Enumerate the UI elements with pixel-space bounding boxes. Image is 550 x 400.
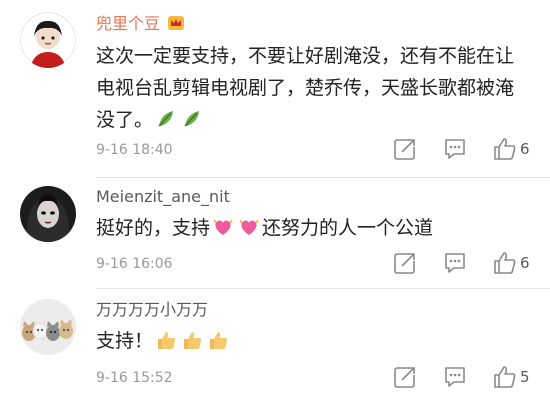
comment-feed: 兜里个豆 这次一定要支持，不要让好剧淹没，还有不能在让 电视台乱剪辑电视剧了，楚… — [0, 0, 550, 400]
comment-text: 挺好的，支持 还努力的人一个公道 — [96, 212, 536, 244]
comment-button[interactable] — [442, 250, 468, 276]
comment-text-line: 电视台乱剪辑电视剧了，楚乔传，天盛长歌都被淹 — [96, 77, 515, 99]
comment-text-line: 没了。 — [96, 104, 536, 136]
comment-icon — [445, 139, 465, 159]
like-icon — [494, 366, 516, 388]
author-name-text: Meienzit_ane_nit — [96, 187, 230, 206]
timestamp: 9-16 16:06 — [96, 256, 173, 272]
like-button[interactable]: 6 — [492, 250, 550, 276]
repost-icon — [394, 367, 415, 388]
repost-button[interactable] — [392, 364, 418, 390]
comment-text-fragment: 支持！ — [96, 330, 154, 352]
avatar[interactable] — [20, 12, 76, 68]
author-name-text: 万万万万小万万 — [96, 300, 209, 319]
repost-icon — [394, 253, 415, 274]
comment-button[interactable] — [442, 364, 468, 390]
thumbs-up-emoji — [181, 329, 203, 351]
leaf-emoji — [181, 108, 203, 130]
repost-icon — [394, 139, 415, 160]
thumbs-up-emoji — [155, 329, 177, 351]
avatar[interactable] — [20, 186, 76, 242]
comment-item: 万万万万小万万 支持！ 9-16 15:52 5 — [0, 289, 550, 400]
comment-button[interactable] — [442, 136, 468, 162]
comment-item: Meienzit_ane_nit 挺好的，支持 还努力的人一个公道 9-16 16… — [0, 178, 550, 289]
like-icon — [494, 138, 516, 160]
timestamp: 9-16 15:52 — [96, 370, 173, 386]
comment-icon — [445, 367, 465, 387]
like-count: 5 — [520, 368, 530, 386]
comment-footer: 9-16 15:52 5 — [96, 364, 550, 392]
crown-badge-icon — [167, 14, 185, 32]
comment-text-fragment: 挺好的，支持 — [96, 217, 211, 239]
like-button[interactable]: 5 — [492, 364, 550, 390]
leaf-emoji — [155, 108, 177, 130]
comment-footer: 9-16 18:40 6 — [96, 136, 550, 164]
comment-text: 这次一定要支持，不要让好剧淹没，还有不能在让 电视台乱剪辑电视剧了，楚乔传，天盛… — [96, 40, 536, 136]
thumbs-up-emoji — [207, 329, 229, 351]
avatar[interactable] — [20, 299, 76, 355]
comment-text-line: 这次一定要支持，不要让好剧淹没，还有不能在让 — [96, 45, 515, 67]
comment-text-fragment: 没了。 — [96, 109, 154, 131]
like-count: 6 — [520, 254, 530, 272]
comment-text-line: 挺好的，支持 还努力的人一个公道 — [96, 212, 536, 244]
author-name-text: 兜里个豆 — [96, 14, 161, 33]
repost-button[interactable] — [392, 136, 418, 162]
like-icon — [494, 252, 516, 274]
comment-icon — [445, 253, 465, 273]
heart-emoji — [212, 216, 234, 238]
comment-footer: 9-16 16:06 6 — [96, 250, 550, 278]
comment-text: 支持！ — [96, 325, 536, 357]
comment-item: 兜里个豆 这次一定要支持，不要让好剧淹没，还有不能在让 电视台乱剪辑电视剧了，楚… — [0, 0, 550, 178]
comment-text-line: 支持！ — [96, 325, 536, 357]
comment-text-fragment: 还努力的人一个公道 — [262, 217, 434, 239]
author-name[interactable]: 万万万万小万万 — [96, 300, 208, 320]
like-count: 6 — [520, 140, 530, 158]
like-button[interactable]: 6 — [492, 136, 550, 162]
author-name[interactable]: Meienzit_ane_nit — [96, 187, 230, 207]
timestamp: 9-16 18:40 — [96, 142, 173, 158]
heart-emoji — [238, 216, 260, 238]
repost-button[interactable] — [392, 250, 418, 276]
author-name[interactable]: 兜里个豆 — [96, 14, 185, 34]
